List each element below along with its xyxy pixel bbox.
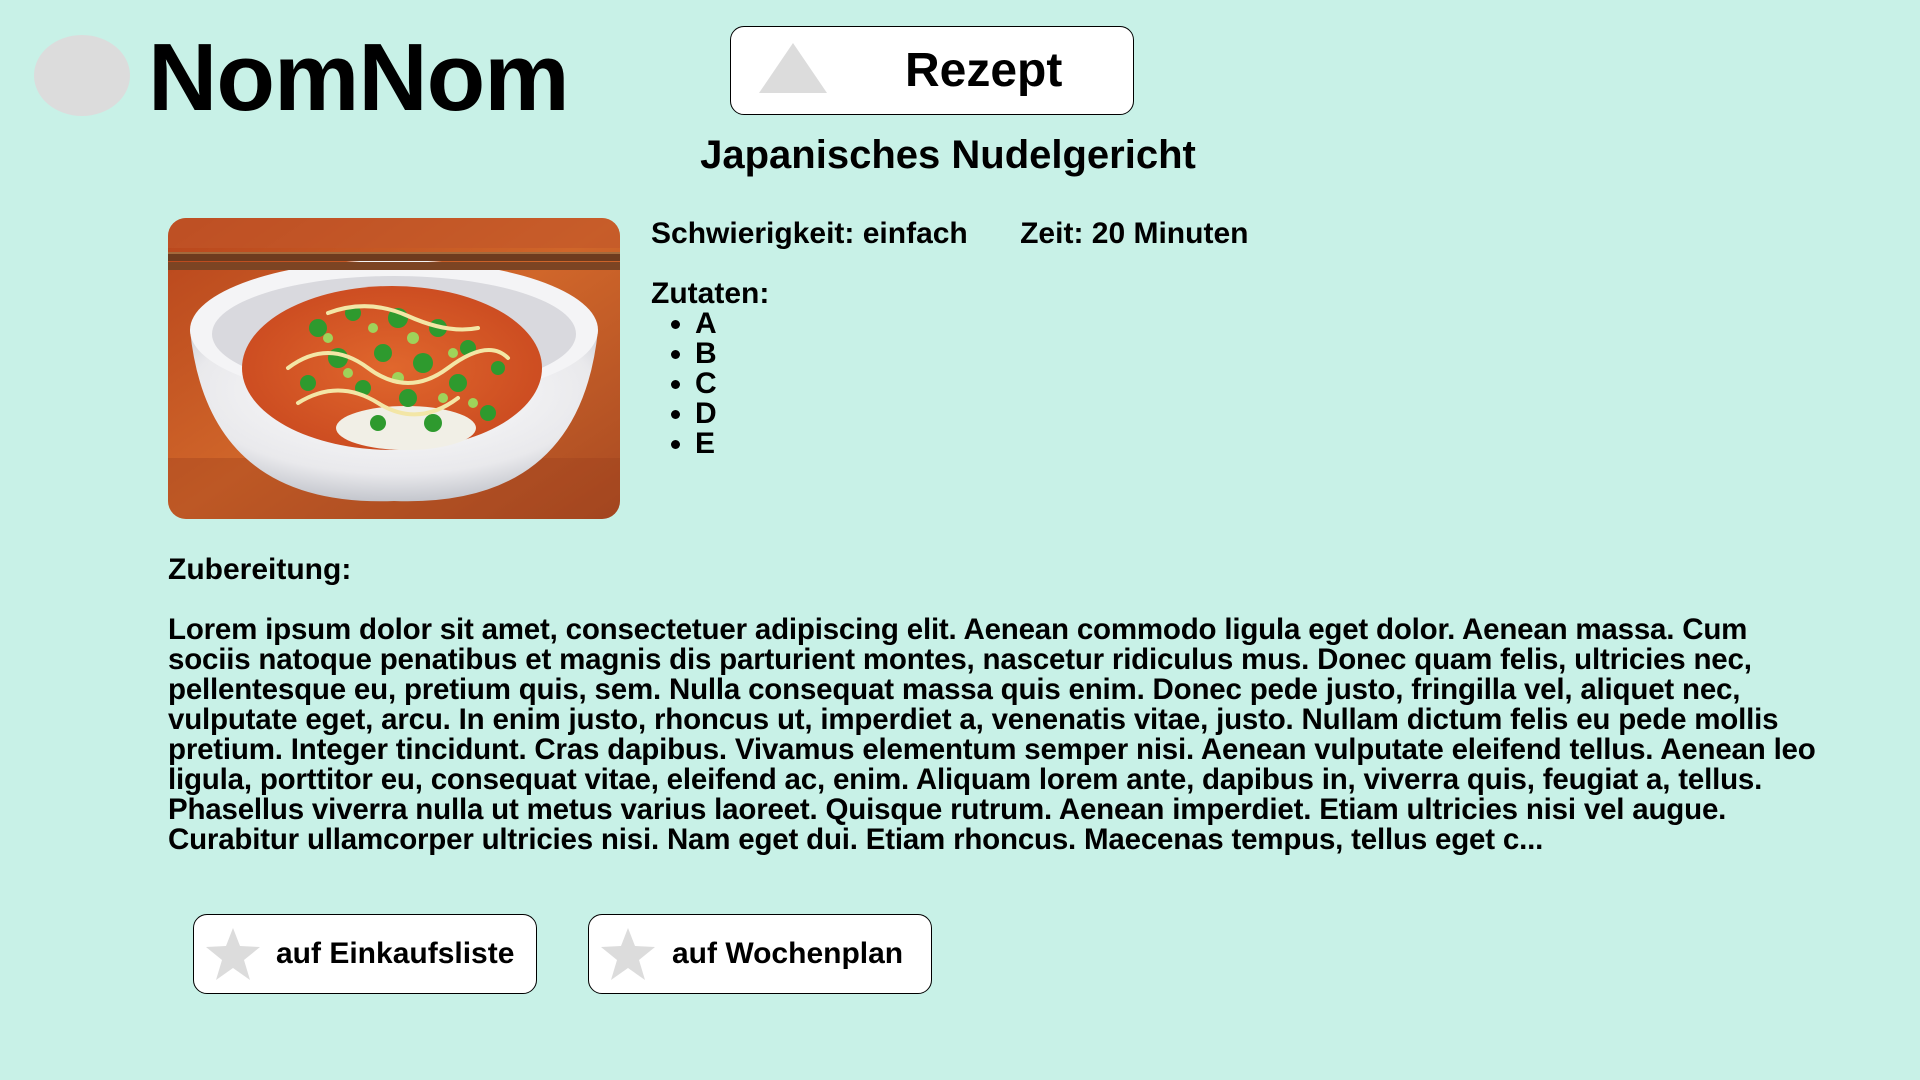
time-text: Zeit: 20 Minuten	[1020, 217, 1249, 250]
ingredient-item: E	[695, 429, 717, 459]
difficulty-text: Schwierigkeit: einfach	[651, 217, 968, 250]
ingredient-item: A	[695, 309, 717, 339]
recipe-mode-button[interactable]: Rezept	[730, 26, 1134, 115]
recipe-meta: Schwierigkeit: einfach Zeit: 20 Minuten	[651, 214, 1248, 254]
triangle-icon	[759, 43, 827, 93]
add-to-weekly-plan-label: auf Wochenplan	[672, 937, 904, 970]
add-to-shopping-list-button[interactable]: auf Einkaufsliste	[193, 914, 537, 994]
preparation-text: Lorem ipsum dolor sit amet, consectetuer…	[168, 613, 1816, 856]
app-title: NomNom	[148, 24, 570, 131]
recipe-title: Japanisches Nudelgericht	[700, 133, 1196, 177]
ingredients-list: A B C D E	[651, 309, 717, 459]
ingredient-item: C	[695, 369, 717, 399]
preparation-label: Zubereitung:	[168, 553, 352, 586]
add-to-weekly-plan-button[interactable]: auf Wochenplan	[588, 914, 932, 994]
recipe-image	[168, 218, 620, 519]
star-icon	[206, 928, 260, 980]
recipe-mode-label: Rezept	[905, 44, 1063, 97]
star-icon	[601, 928, 655, 980]
add-to-shopping-list-label: auf Einkaufsliste	[276, 937, 515, 970]
ingredient-item: D	[695, 399, 717, 429]
ingredient-item: B	[695, 339, 717, 369]
circle-logo-icon	[34, 35, 130, 116]
